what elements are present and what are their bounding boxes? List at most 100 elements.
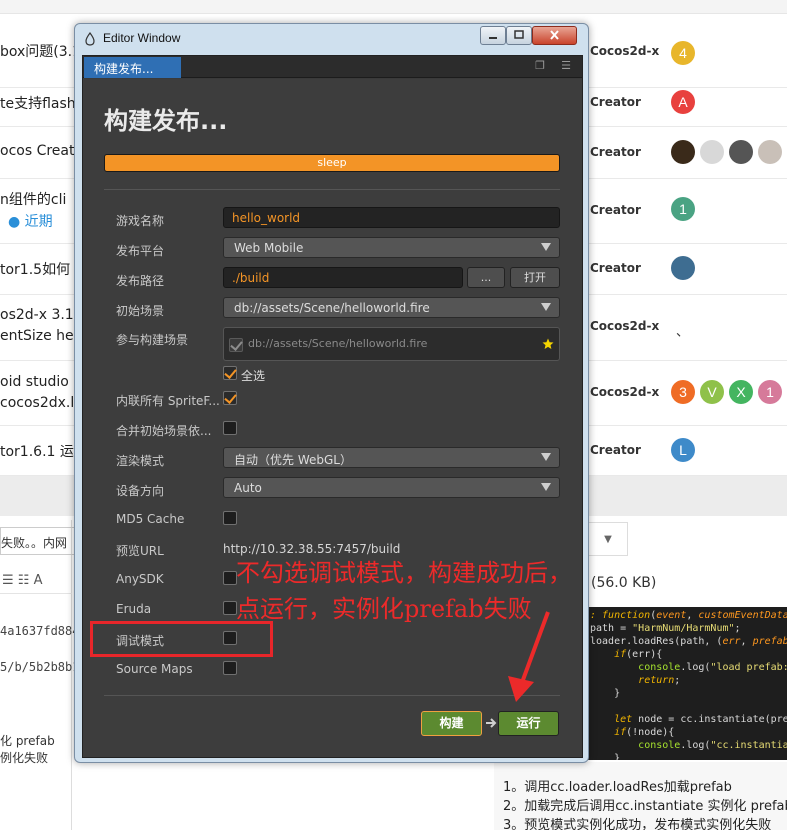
topic-category[interactable]: Cocos2d-x: [590, 319, 659, 333]
topic-category[interactable]: Creator: [590, 145, 641, 159]
annotation-line-2: 点运行，实例化prefab失败: [236, 595, 532, 623]
annotation-line-1: 不勾选调试模式，构建成功后，: [236, 559, 572, 587]
dropdown-arrow-icon: [541, 303, 551, 311]
eruda-checkbox[interactable]: [223, 601, 237, 615]
topic-title-line2[interactable]: cocos2dx.li: [0, 395, 78, 411]
browse-button[interactable]: ...: [467, 267, 505, 288]
topic-title[interactable]: tor1.5如何: [0, 259, 70, 279]
game-name-input[interactable]: hello_world: [223, 207, 560, 228]
game-name-label: 游戏名称: [116, 214, 165, 228]
platform-select[interactable]: Web Mobile: [223, 237, 560, 258]
minimize-icon: [489, 37, 497, 39]
open-folder-button[interactable]: 打开: [510, 267, 560, 288]
platform-label: 发布平台: [116, 244, 165, 258]
build-button[interactable]: 构建: [421, 711, 482, 736]
scenes-label: 参与构建场景: [116, 333, 189, 347]
code-line: return;: [638, 675, 681, 686]
attachment-size: (56.0 KB): [591, 575, 657, 591]
topic-title-line2[interactable]: entSize hei: [0, 328, 78, 344]
minimize-button[interactable]: [480, 26, 506, 45]
avatar[interactable]: 4: [671, 41, 695, 65]
avatar[interactable]: X: [729, 380, 753, 404]
source-maps-label: Source Maps: [116, 662, 193, 676]
scene-checkbox[interactable]: [229, 338, 243, 352]
tab-build[interactable]: 构建发布...: [84, 57, 181, 78]
tab-bar: 构建发布... ❐ ☰: [83, 56, 582, 78]
inline-sprite-checkbox[interactable]: [223, 391, 237, 405]
avatar[interactable]: [758, 140, 782, 164]
code-line: }: [590, 753, 621, 760]
orientation-value: Auto: [234, 481, 262, 495]
source-maps-checkbox[interactable]: [223, 661, 237, 675]
avatar[interactable]: [671, 256, 695, 280]
arrow-right-icon: [486, 718, 497, 728]
close-button[interactable]: [532, 26, 577, 45]
topic-category[interactable]: Creator: [590, 203, 641, 217]
topic-category[interactable]: Cocos2d-x: [590, 385, 659, 399]
divider: [104, 189, 560, 190]
topic-title[interactable]: n组件的cli: [0, 189, 66, 209]
menu-icon[interactable]: ☰: [560, 60, 572, 72]
render-mode-label: 渲染模式: [116, 454, 165, 468]
reply-editor[interactable]: [0, 520, 72, 830]
topic-category[interactable]: Creator: [590, 443, 641, 457]
start-scene-value: db://assets/Scene/helloworld.fire: [234, 301, 430, 315]
select-all-checkbox[interactable]: [223, 366, 237, 380]
topic-category[interactable]: Creator: [590, 95, 641, 109]
editor-text: 例化失败: [0, 751, 49, 765]
avatar[interactable]: 3: [671, 380, 695, 404]
panel-title: 构建发布...: [104, 107, 228, 135]
build-path-input[interactable]: ./build: [223, 267, 463, 288]
debug-mode-highlight: [90, 621, 273, 657]
maximize-icon: [514, 30, 524, 39]
avatar[interactable]: V: [700, 380, 724, 404]
topic-title[interactable]: ocos Creat: [0, 143, 74, 159]
merge-deps-checkbox[interactable]: [223, 421, 237, 435]
avatar[interactable]: [671, 140, 695, 164]
topic-category[interactable]: Cocos2d-x: [590, 44, 659, 58]
code-line: path = "HarmNum/HarmNum";: [590, 623, 741, 634]
category-select[interactable]: ▼: [588, 522, 628, 556]
editor-toolbar[interactable]: ☰ ☷ A: [0, 568, 72, 594]
select-all-label: 全选: [241, 369, 266, 383]
topic-title[interactable]: box问题(3.1: [0, 41, 81, 61]
code-screenshot: : function(event, customEventData){ path…: [588, 607, 787, 760]
topic-title[interactable]: tor1.6.1 运: [0, 441, 74, 461]
reply-title-input[interactable]: 失败。。内网: [0, 527, 75, 555]
editor-text: 化 prefab: [0, 734, 55, 748]
anysdk-checkbox[interactable]: [223, 571, 237, 585]
start-scene-label: 初始场景: [116, 304, 165, 318]
popout-icon[interactable]: ❐: [534, 60, 546, 72]
avatar[interactable]: 1: [671, 197, 695, 221]
run-button[interactable]: 运行: [498, 711, 559, 736]
topic-title[interactable]: te支持flash: [0, 93, 76, 113]
md5-cache-label: MD5 Cache: [116, 512, 185, 526]
start-scene-select[interactable]: db://assets/Scene/helloworld.fire: [223, 297, 560, 318]
code-line: console.log("cc.instantiate: [638, 740, 787, 751]
avatar[interactable]: [729, 140, 753, 164]
dropdown-arrow-icon: [541, 243, 551, 251]
post-step: 2。加载完成后调用cc.instantiate 实例化 prefab: [503, 799, 787, 814]
avatar[interactable]: 1: [758, 380, 782, 404]
preview-url-label: 预览URL: [116, 544, 164, 558]
avatar[interactable]: [700, 140, 724, 164]
render-mode-select[interactable]: 自动（优先 WebGL）: [223, 447, 560, 468]
platform-value: Web Mobile: [234, 241, 304, 255]
orientation-select[interactable]: Auto: [223, 477, 560, 498]
topic-title[interactable]: os2d-x 3.15: [0, 307, 83, 323]
inline-sprite-label: 内联所有 SpriteF...: [116, 394, 220, 408]
topic-title[interactable]: oid studio: [0, 374, 69, 390]
md5-cache-checkbox[interactable]: [223, 511, 237, 525]
topic-tag[interactable]: ● 近期: [8, 211, 53, 231]
cocos-logo-icon: [85, 32, 95, 46]
code-line: if(!node){: [614, 727, 675, 738]
merge-deps-label: 合并初始场景依...: [116, 424, 212, 438]
star-icon[interactable]: [542, 338, 554, 350]
maximize-button[interactable]: [506, 26, 532, 45]
build-path-label: 发布路径: [116, 274, 165, 288]
avatar[interactable]: A: [671, 90, 695, 114]
topic-category[interactable]: Creator: [590, 261, 641, 275]
code-line: }: [590, 688, 621, 699]
divider: [104, 695, 560, 696]
avatar[interactable]: L: [671, 438, 695, 462]
